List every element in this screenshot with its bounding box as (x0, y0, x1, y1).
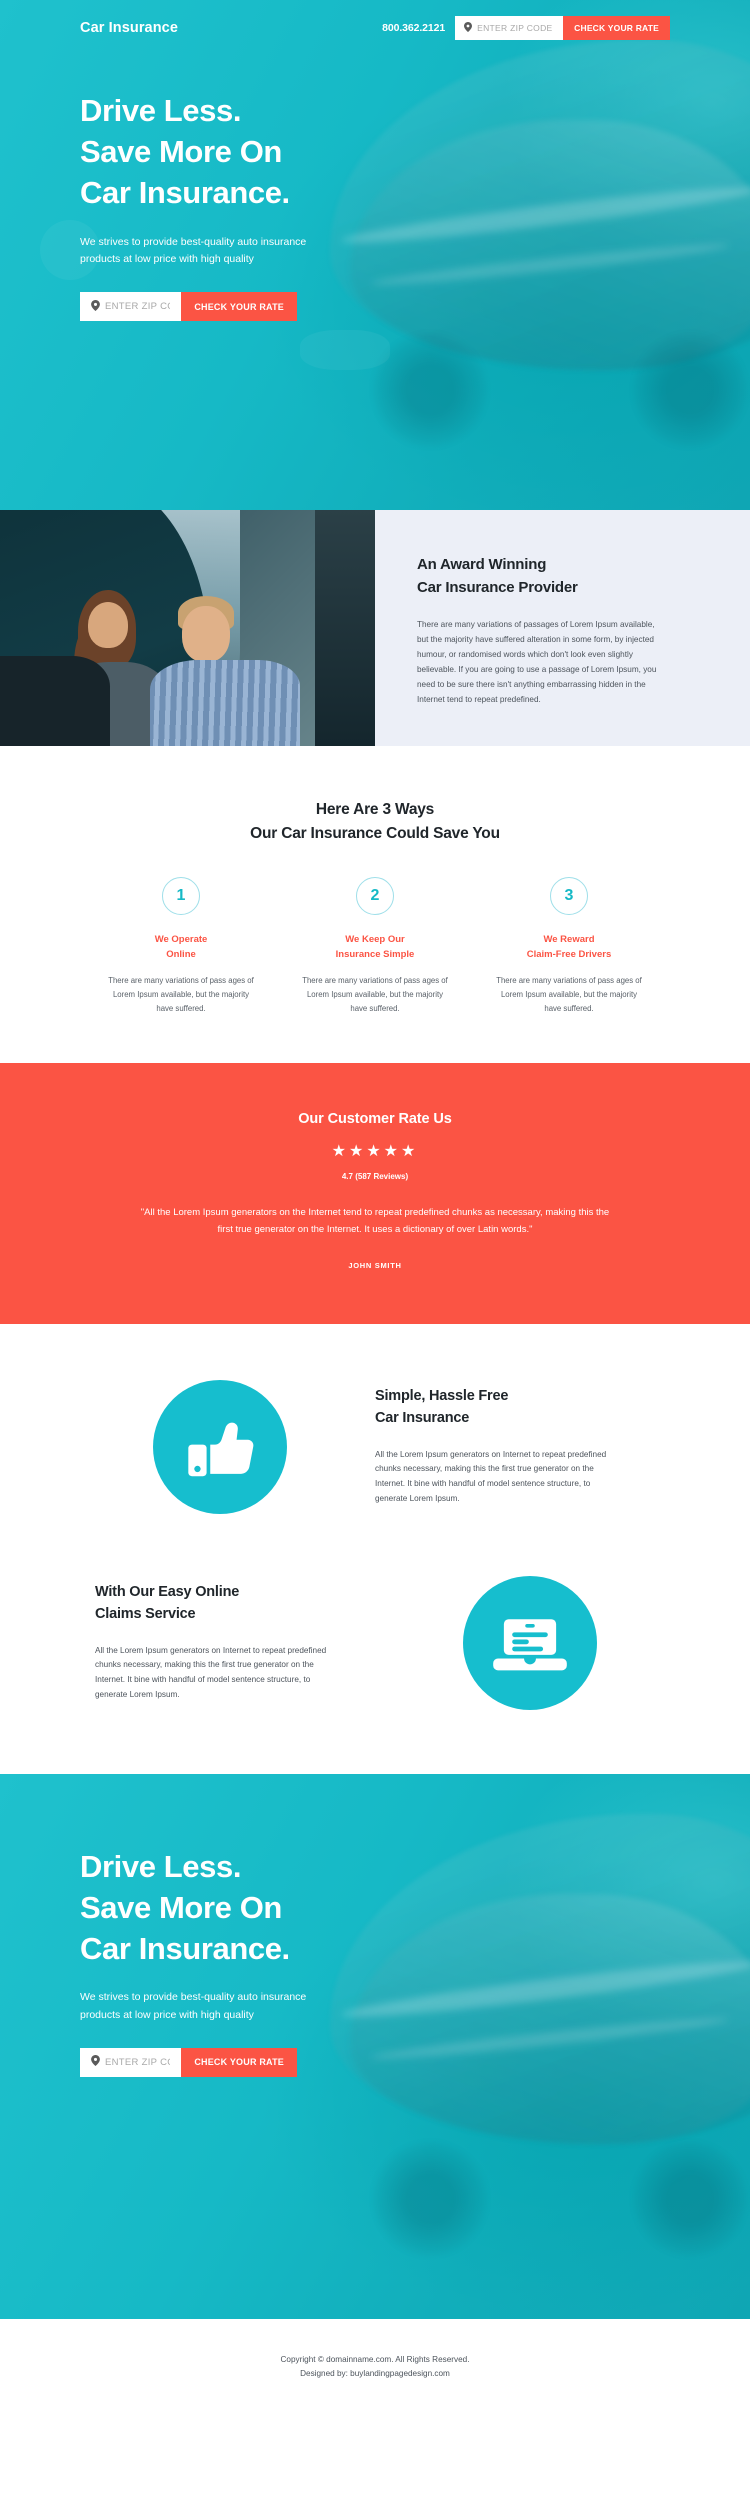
feature-body-text: All the Lorem Ipsum generators on Intern… (95, 1645, 327, 1700)
phone-number[interactable]: 800.362.2121 (382, 22, 445, 34)
hero-check-rate-button-top[interactable]: CHECK YOUR RATE (181, 292, 297, 322)
hero-zip-field-top[interactable] (80, 292, 182, 322)
hero-section-top: Car Insurance 800.362.2121 CHECK YOUR RA… (0, 0, 750, 510)
award-section: An Award Winning Car Insurance Provider … (0, 510, 750, 746)
three-ways-title: Here Are 3 Ways Our Car Insurance Could … (0, 798, 750, 845)
feature-body-text: All the Lorem Ipsum generators on Intern… (375, 1449, 607, 1504)
way-body-text: There are many variations of pass ages o… (108, 976, 254, 1013)
hero-headline-line1: Drive Less. (80, 93, 242, 128)
star-rating-icon: ★★★★★ (331, 1143, 419, 1161)
hero-subtitle-bottom-line1: We strives to provide best-quality auto … (80, 1991, 307, 2004)
hero-headline-bottom-line3: Car Insurance. (80, 1931, 290, 1967)
top-navigation-bar: Car Insurance 800.362.2121 CHECK YOUR RA… (80, 0, 670, 48)
testimonial-section: Our Customer Rate Us ★★★★★ 4.7 (587 Revi… (0, 1063, 750, 1324)
hero-zip-input-top[interactable] (105, 301, 171, 313)
way-heading: We Reward Claim-Free Drivers (481, 932, 657, 962)
three-ways-section: Here Are 3 Ways Our Car Insurance Could … (0, 746, 750, 1064)
rating-score-label: 4.7 (587 Reviews) (341, 1172, 409, 1182)
feature-title-line1: Simple, Hassle Free (375, 1388, 509, 1405)
feature-title-line2: Claims Service (95, 1605, 196, 1622)
header-actions: 800.362.2121 CHECK YOUR RATE (382, 16, 670, 40)
feature-title-line1: With Our Easy Online (95, 1584, 240, 1601)
way-heading-line1: We Keep Our (345, 934, 405, 946)
hero-content-top: Drive Less. Save More On Car Insurance. … (80, 48, 670, 322)
feature-media (405, 1575, 655, 1710)
way-heading-line1: We Operate (154, 934, 208, 946)
award-text-block: An Award Winning Car Insurance Provider … (375, 510, 750, 746)
hero-check-rate-button-bottom[interactable]: CHECK YOUR RATE (181, 2047, 297, 2077)
decorative-blob (300, 330, 390, 370)
location-pin-icon (464, 19, 473, 37)
way-number-badge: 3 (550, 877, 588, 916)
hero-zip-form-top: CHECK YOUR RATE (80, 292, 297, 322)
header-zip-field[interactable] (455, 16, 564, 40)
award-title: An Award Winning Car Insurance Provider (417, 554, 660, 599)
way-item: 1 We Operate Online There are many varia… (93, 877, 269, 1015)
hero-headline-line2: Save More On (80, 134, 282, 170)
couple-in-car-photo (0, 510, 375, 746)
award-title-line1: An Award Winning (417, 556, 547, 573)
way-heading-line2: Online (166, 949, 196, 961)
award-title-line2: Car Insurance Provider (417, 578, 578, 596)
page-footer: Copyright © domainname.com. All Rights R… (0, 2318, 750, 2412)
way-heading-line2: Insurance Simple (335, 949, 415, 961)
three-ways-title-line2: Our Car Insurance Could Save You (250, 824, 500, 842)
way-item: 2 We Keep Our Insurance Simple There are… (287, 877, 463, 1015)
hero-headline-bottom-line1: Drive Less. (80, 1848, 242, 1884)
hero-zip-field-bottom[interactable] (80, 2047, 182, 2077)
way-heading-line1: We Reward (543, 934, 595, 946)
way-heading: We Operate Online (93, 932, 269, 962)
hero-zip-input-bottom[interactable] (105, 2056, 171, 2068)
feature-title-line2: Car Insurance (375, 1409, 470, 1426)
brand-logo[interactable]: Car Insurance (80, 20, 178, 36)
hero-subtitle-bottom: We strives to provide best-quality auto … (80, 1989, 340, 2024)
three-ways-grid: 1 We Operate Online There are many varia… (0, 877, 750, 1015)
hero-content-bottom: Drive Less. Save More On Car Insurance. … (80, 1774, 670, 2077)
footer-copyright: Copyright © domainname.com. All Rights R… (280, 2354, 470, 2364)
thumbs-up-icon (153, 1379, 287, 1514)
hero-subtitle-line2: products at low price with high quality (80, 252, 254, 265)
way-number-badge: 2 (356, 877, 394, 916)
testimonial-title: Our Customer Rate Us (298, 1111, 452, 1128)
testimonial-author: JOHN SMITH (348, 1260, 402, 1270)
hero-headline: Drive Less. Save More On Car Insurance. (80, 90, 670, 214)
way-body-text: There are many variations of pass ages o… (496, 976, 642, 1013)
feature-row-easy-online-claims: With Our Easy Online Claims Service All … (95, 1575, 655, 1710)
way-number-badge: 1 (162, 877, 200, 916)
feature-row-simple-hassle-free: Simple, Hassle Free Car Insurance All th… (95, 1379, 655, 1514)
feature-text: Simple, Hassle Free Car Insurance All th… (375, 1386, 655, 1507)
three-ways-title-line1: Here Are 3 Ways (315, 801, 435, 818)
hero-headline-line3: Car Insurance. (80, 175, 290, 211)
laptop-document-icon (463, 1575, 597, 1710)
features-section: Simple, Hassle Free Car Insurance All th… (0, 1323, 750, 1774)
hero-zip-form-bottom: CHECK YOUR RATE (80, 2047, 297, 2077)
feature-text: With Our Easy Online Claims Service All … (95, 1582, 375, 1703)
feature-title: With Our Easy Online Claims Service (95, 1582, 375, 1626)
award-body-text: There are many variations of passages of… (417, 620, 657, 704)
way-heading: We Keep Our Insurance Simple (287, 932, 463, 962)
way-body-text: There are many variations of pass ages o… (302, 976, 448, 1013)
location-pin-icon (91, 298, 100, 316)
hero-headline-bottom: Drive Less. Save More On Car Insurance. (80, 1846, 670, 1970)
hero-headline-bottom-line2: Save More On (80, 1889, 282, 1925)
testimonial-quote: "All the Lorem Ipsum generators on the I… (140, 1207, 610, 1236)
way-heading-line2: Claim-Free Drivers (526, 949, 612, 961)
header-check-rate-button[interactable]: CHECK YOUR RATE (563, 16, 670, 40)
header-zip-input[interactable] (477, 23, 555, 33)
feature-title: Simple, Hassle Free Car Insurance (375, 1386, 655, 1430)
location-pin-icon (91, 2053, 100, 2071)
header-zip-form: CHECK YOUR RATE (455, 16, 670, 40)
feature-media (95, 1379, 345, 1514)
hero-section-bottom: Drive Less. Save More On Car Insurance. … (0, 1773, 750, 2319)
hero-subtitle-line1: We strives to provide best-quality auto … (80, 235, 307, 248)
hero-subtitle: We strives to provide best-quality auto … (80, 234, 340, 269)
way-item: 3 We Reward Claim-Free Drivers There are… (481, 877, 657, 1015)
footer-designed-by: Designed by: buylandingpagedesign.com (300, 2368, 450, 2378)
hero-subtitle-bottom-line2: products at low price with high quality (80, 2008, 254, 2021)
